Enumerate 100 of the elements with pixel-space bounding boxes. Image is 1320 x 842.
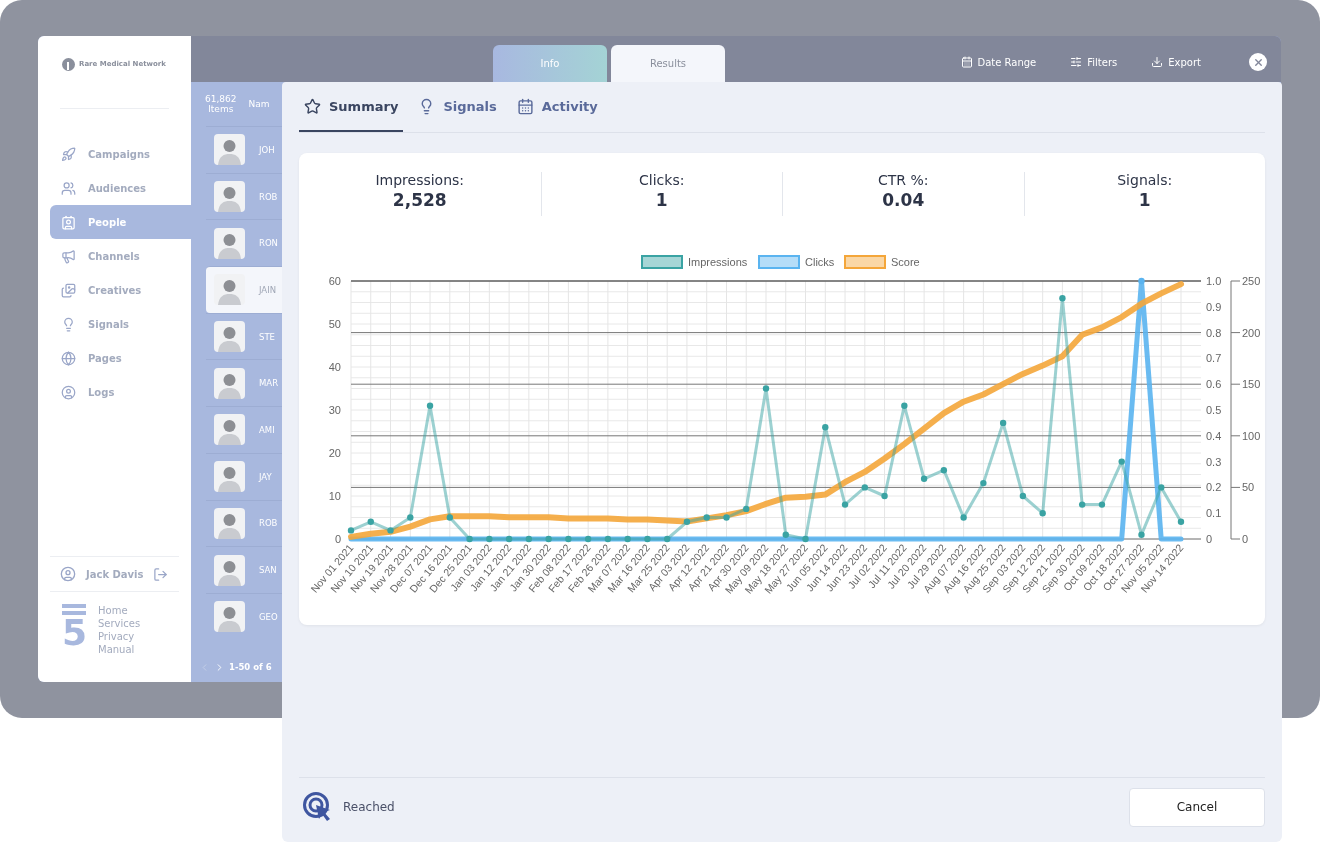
data-point bbox=[525, 535, 533, 543]
rocket-icon bbox=[61, 146, 76, 162]
data-point bbox=[367, 518, 374, 525]
data-point bbox=[1177, 518, 1185, 525]
megaphone-icon bbox=[61, 248, 76, 264]
data-point bbox=[782, 531, 789, 538]
stat-label: Signals: bbox=[1117, 172, 1173, 188]
legend-label: Score bbox=[891, 256, 920, 268]
column-header: Nam bbox=[248, 99, 270, 109]
axis-label: 40 bbox=[328, 361, 341, 373]
data-point bbox=[1079, 501, 1086, 508]
status-text: Reached bbox=[343, 800, 395, 814]
axis-label: 0.4 bbox=[1206, 429, 1222, 442]
data-point bbox=[426, 402, 434, 409]
list-row[interactable]: JOH bbox=[206, 126, 282, 173]
axis-label: 50 bbox=[328, 318, 341, 330]
list-row[interactable]: MAR bbox=[206, 359, 282, 407]
data-point bbox=[466, 535, 473, 543]
axis-label: 0.1 bbox=[1206, 507, 1222, 520]
footer-link[interactable]: Home bbox=[98, 604, 141, 617]
data-point bbox=[624, 535, 631, 543]
download-icon bbox=[1151, 56, 1164, 68]
data-point bbox=[1059, 295, 1066, 302]
stat-label: CTR %: bbox=[878, 172, 929, 188]
avatar-icon bbox=[214, 414, 245, 446]
data-point bbox=[822, 424, 829, 431]
images-icon bbox=[61, 282, 76, 298]
data-point bbox=[723, 514, 730, 521]
data-point bbox=[1138, 531, 1145, 538]
user-name: Jack Davis bbox=[86, 568, 144, 580]
data-point bbox=[565, 535, 572, 543]
calendar-icon bbox=[516, 97, 534, 115]
nav-item[interactable]: People bbox=[50, 205, 191, 239]
toolbar-button[interactable]: Date Range bbox=[960, 56, 1037, 68]
list-row[interactable]: ROB bbox=[206, 172, 282, 220]
data-point bbox=[920, 475, 928, 482]
people-icon bbox=[61, 180, 76, 196]
nav-item[interactable]: Logs bbox=[50, 375, 191, 409]
axis-label: 60 bbox=[328, 275, 341, 287]
axis-label: 0.3 bbox=[1206, 455, 1222, 468]
tab[interactable]: Summary bbox=[299, 82, 404, 132]
data-point bbox=[1118, 458, 1125, 465]
cancel-button[interactable]: Cancel bbox=[1129, 787, 1265, 827]
avatar-icon bbox=[214, 601, 245, 633]
data-point bbox=[505, 535, 513, 543]
legend-swatch bbox=[641, 255, 683, 269]
footer-link[interactable]: Services bbox=[98, 617, 141, 630]
footer-link[interactable]: Privacy bbox=[98, 630, 141, 643]
list-row[interactable]: JAIN bbox=[206, 266, 282, 313]
data-point bbox=[486, 535, 493, 543]
axis-label: 100 bbox=[1242, 429, 1261, 442]
contact-card-icon bbox=[61, 214, 76, 230]
data-point bbox=[407, 514, 414, 521]
avatar-icon bbox=[214, 181, 245, 213]
legend-swatch bbox=[844, 255, 886, 269]
nav-item[interactable]: Pages bbox=[50, 341, 191, 375]
list-row[interactable]: GEO bbox=[206, 592, 282, 640]
tab[interactable]: Signals bbox=[413, 82, 502, 132]
data-point bbox=[584, 535, 592, 543]
nav-item[interactable]: Channels bbox=[50, 239, 191, 273]
close-button[interactable] bbox=[1249, 53, 1267, 71]
data-point bbox=[387, 527, 394, 534]
toolbar-button[interactable]: Filters bbox=[1070, 56, 1118, 68]
lightbulb-icon bbox=[61, 316, 76, 332]
brand-logo: 5 bbox=[62, 604, 86, 656]
list-row[interactable]: SAN bbox=[206, 546, 282, 593]
globe-icon bbox=[61, 350, 76, 366]
sliders-icon bbox=[1070, 56, 1083, 68]
list-row[interactable]: JAY bbox=[206, 452, 282, 500]
tab[interactable]: Activity bbox=[511, 82, 603, 132]
logout-icon[interactable] bbox=[153, 566, 169, 582]
axis-label: 1.0 bbox=[1206, 275, 1222, 287]
list-row[interactable]: AMI bbox=[206, 406, 282, 453]
nav-item[interactable]: Audiences bbox=[50, 171, 191, 205]
axis-label: 50 bbox=[1242, 481, 1255, 494]
nav-item[interactable]: Campaigns bbox=[50, 137, 191, 171]
list-row[interactable]: STE bbox=[206, 312, 282, 360]
footer-link[interactable]: Manual bbox=[98, 643, 141, 656]
tab[interactable]: Info bbox=[493, 45, 607, 82]
legend-swatch bbox=[758, 255, 800, 269]
axis-label: 30 bbox=[328, 404, 341, 416]
pagination-text: 1-50 of 6 bbox=[229, 662, 272, 672]
tab[interactable]: Results bbox=[611, 45, 725, 82]
data-point bbox=[644, 535, 651, 543]
target-cursor-icon bbox=[303, 792, 333, 822]
list-row[interactable]: ROB bbox=[206, 499, 282, 547]
axis-label: 0 bbox=[1242, 533, 1249, 545]
data-point bbox=[743, 505, 750, 513]
avatar-icon bbox=[214, 227, 245, 259]
axis-label: 0.5 bbox=[1206, 404, 1222, 416]
avatar-icon bbox=[214, 367, 245, 399]
nav-item[interactable]: Signals bbox=[50, 307, 191, 341]
nav-item[interactable]: Creatives bbox=[50, 273, 191, 307]
data-point bbox=[980, 479, 987, 487]
stat-label: Clicks: bbox=[639, 172, 685, 188]
stat-value: 2,528 bbox=[392, 190, 447, 210]
data-point bbox=[802, 535, 809, 543]
star-icon bbox=[304, 97, 321, 115]
toolbar-button[interactable]: Export bbox=[1151, 56, 1201, 68]
axis-label: 0.2 bbox=[1206, 481, 1222, 494]
